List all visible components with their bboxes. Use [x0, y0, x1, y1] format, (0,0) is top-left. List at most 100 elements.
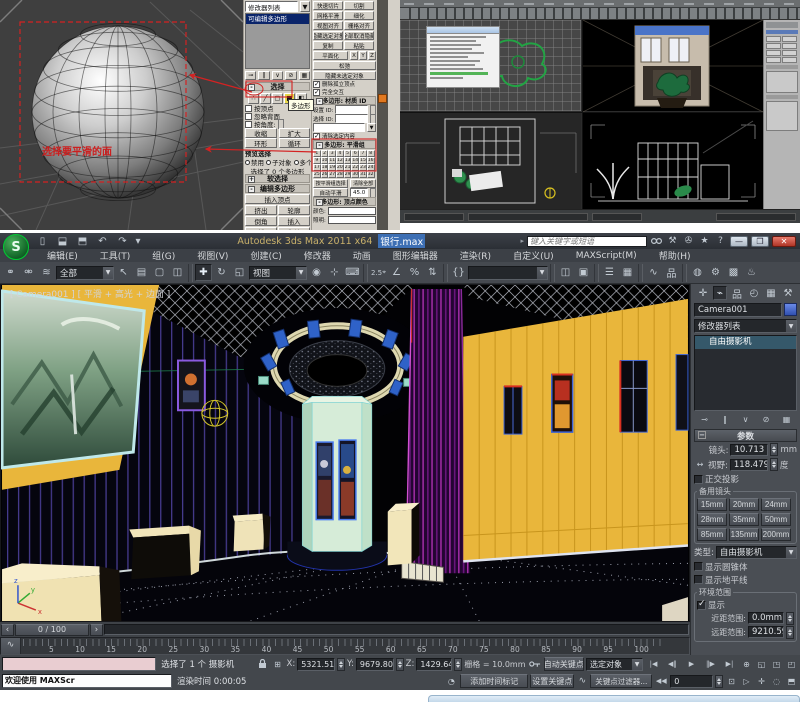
- play-icon[interactable]: ▶: [683, 656, 700, 673]
- edit-geometry-button[interactable]: 视图对齐: [313, 21, 343, 30]
- smoothing-group-button[interactable]: 7: [359, 150, 367, 157]
- smoothing-group-button[interactable]: 9: [313, 157, 321, 164]
- maxscript-macro-recorder[interactable]: [2, 657, 156, 671]
- smoothing-group-button[interactable]: 21: [344, 164, 352, 171]
- graphite-icon[interactable]: [378, 94, 387, 103]
- utilities-tab-icon[interactable]: ⚒: [781, 286, 795, 300]
- undo-icon[interactable]: ↶: [94, 233, 111, 250]
- time-slider-handle[interactable]: 0 / 100: [15, 624, 89, 636]
- stock-lens-button[interactable]: 200mm: [761, 528, 791, 541]
- select-and-move-icon[interactable]: ✚: [195, 264, 212, 281]
- orbit-icon[interactable]: ◌: [770, 673, 783, 690]
- stock-lens-button[interactable]: 24mm: [761, 498, 791, 511]
- near-range-field[interactable]: 0.0mm: [748, 612, 784, 624]
- far-range-field[interactable]: 9210.595: [748, 626, 784, 638]
- smoothing-group-button[interactable]: 18: [321, 164, 329, 171]
- vertex-color-swatch[interactable]: [328, 207, 376, 215]
- menu-item[interactable]: MAXScript(M): [565, 251, 648, 261]
- graphite-ribbon-icon[interactable]: ▦: [619, 264, 636, 281]
- clear-selection-checkbox[interactable]: [313, 133, 320, 140]
- smoothing-group-button[interactable]: 30: [351, 171, 359, 178]
- close-button[interactable]: ✕: [772, 236, 796, 247]
- render-setup-icon[interactable]: ⚙: [707, 264, 724, 281]
- selection-filter-dropdown[interactable]: 全部▼: [56, 266, 114, 280]
- unlink-selection-icon[interactable]: ⚮: [20, 264, 37, 281]
- delete-isolated-checkbox[interactable]: [313, 81, 320, 88]
- stock-lens-button[interactable]: 28mm: [697, 513, 727, 526]
- show-end-result-icon[interactable]: ‖: [258, 71, 269, 80]
- app-logo[interactable]: S: [3, 234, 29, 260]
- axis-button[interactable]: Y: [359, 51, 367, 60]
- smoothing-group-button[interactable]: 17: [313, 164, 321, 171]
- edit-geometry-button[interactable]: 粘贴: [344, 41, 374, 50]
- zoom-region-icon[interactable]: ⊡: [725, 673, 738, 690]
- new-key-mode-icon[interactable]: ∿: [576, 673, 588, 690]
- motion-tab-icon[interactable]: ◴: [747, 286, 761, 300]
- camera-type-dropdown[interactable]: 自由摄影机▼: [716, 546, 797, 559]
- configure-modifier-sets-icon[interactable]: ▦: [780, 413, 793, 426]
- show-horizon-checkbox[interactable]: [694, 575, 703, 584]
- select-and-scale-icon[interactable]: ◱: [231, 264, 248, 281]
- relax-button[interactable]: 松弛: [313, 61, 376, 70]
- edit-poly-button[interactable]: 挤出: [245, 205, 277, 215]
- subobject-vertex-icon[interactable]: ∴: [248, 93, 259, 104]
- edit-geometry-button[interactable]: 快速切片: [313, 1, 343, 10]
- edit-geometry-button[interactable]: 切割: [344, 1, 374, 10]
- soft-selection-rollout-header[interactable]: +软选择: [245, 174, 310, 183]
- go-to-end-icon[interactable]: ▶|: [721, 656, 738, 673]
- current-frame-field[interactable]: 0: [670, 675, 713, 688]
- edit-poly-button[interactable]: 倒角: [245, 216, 277, 226]
- smoothing-group-button[interactable]: 25: [313, 171, 321, 178]
- select-object-icon[interactable]: ↖: [115, 264, 132, 281]
- z-coordinate-field[interactable]: 1429.64mm: [416, 658, 452, 671]
- edit-poly-button[interactable]: 插入: [278, 216, 310, 226]
- bind-to-spacewarp-icon[interactable]: ≋: [38, 264, 55, 281]
- sphere-viewport[interactable]: [0, 0, 243, 230]
- rendered-frame-icon[interactable]: ▩: [725, 264, 742, 281]
- menu-item[interactable]: 动画: [342, 249, 382, 262]
- select-and-link-icon[interactable]: ⚭: [2, 264, 19, 281]
- auto-key-button[interactable]: 自动关键点: [544, 657, 585, 671]
- key-filter-dropdown[interactable]: 选定对象▼: [586, 658, 643, 671]
- smoothing-group-button[interactable]: 5: [344, 150, 352, 157]
- vertex-color-rollout-header[interactable]: -多边形: 顶点颜色: [313, 197, 376, 206]
- subobject-border-icon[interactable]: ▢: [272, 93, 283, 104]
- by-angle-checkbox[interactable]: [245, 121, 252, 128]
- edit-geometry-button[interactable]: 栅格对齐: [344, 21, 374, 30]
- shrink-button[interactable]: 收缩: [245, 128, 277, 138]
- menu-item[interactable]: 图形编辑器: [382, 249, 449, 262]
- stock-lens-button[interactable]: 135mm: [729, 528, 759, 541]
- center-kiosk[interactable]: [287, 396, 386, 570]
- fov-field[interactable]: 118.479: [730, 459, 768, 471]
- object-color-swatch[interactable]: [784, 303, 797, 316]
- insert-vertex-button[interactable]: 插入顶点: [245, 194, 310, 204]
- smoothing-group-button[interactable]: 31: [359, 171, 367, 178]
- next-frame-arrow[interactable]: ›: [90, 624, 103, 636]
- angle-snap-icon[interactable]: ∠: [388, 264, 405, 281]
- smoothing-group-button[interactable]: 27: [328, 171, 336, 178]
- tr-viewport-top[interactable]: [400, 20, 582, 112]
- orthographic-checkbox[interactable]: [694, 475, 703, 484]
- smoothing-group-button[interactable]: 24: [367, 164, 375, 171]
- smoothing-group-button[interactable]: 22: [351, 164, 359, 171]
- menu-item[interactable]: 视图(V): [186, 249, 239, 262]
- object-name-field[interactable]: Camera001: [694, 303, 782, 317]
- reference-coordinate-dropdown[interactable]: 视图▼: [249, 266, 307, 280]
- qat-dropdown-icon[interactable]: ▾: [134, 233, 142, 250]
- smoothing-group-button[interactable]: 8: [367, 150, 375, 157]
- edit-poly-button[interactable]: 轮廓: [278, 205, 310, 215]
- smoothing-group-button[interactable]: 20: [336, 164, 344, 171]
- pedestal-mid-left[interactable]: [129, 526, 201, 580]
- go-to-start-icon[interactable]: |◀: [645, 656, 662, 673]
- set-id-field[interactable]: [335, 105, 368, 114]
- create-tab-icon[interactable]: ✛: [696, 286, 710, 300]
- named-selection-dropdown[interactable]: ▼: [468, 266, 548, 280]
- keyboard-override-icon[interactable]: ⌨: [344, 264, 361, 281]
- time-slider-track[interactable]: [104, 624, 689, 635]
- smoothing-group-button[interactable]: 23: [359, 164, 367, 171]
- edit-geometry-button[interactable]: 复制: [313, 41, 343, 50]
- search-binoculars-icon[interactable]: [650, 235, 663, 248]
- key-mode-toggle-icon[interactable]: ◀◀: [654, 673, 668, 690]
- open-file-icon[interactable]: ⬓: [54, 233, 71, 250]
- show-cone-checkbox[interactable]: [694, 562, 703, 571]
